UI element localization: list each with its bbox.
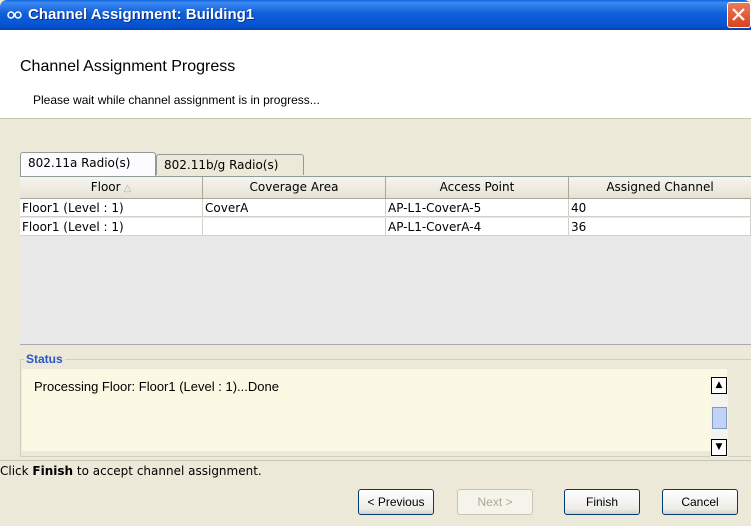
next-button[interactable]: Next > [457, 489, 533, 515]
status-group: Status Processing Floor: Floor1 (Level :… [20, 352, 751, 457]
status-legend: Status [24, 352, 65, 366]
hint-text: Click Finish to accept channel assignmen… [0, 460, 751, 482]
cell-floor: Floor1 (Level : 1) [20, 199, 203, 217]
column-header-assigned-channel[interactable]: Assigned Channel [569, 177, 751, 199]
arrow-down-icon: ▼ [715, 442, 723, 452]
page-subtitle: Please wait while channel assignment is … [33, 93, 320, 107]
window-title: Channel Assignment: Building1 [28, 6, 255, 23]
table-header: Floor △ Coverage Area Access Point Assign… [20, 177, 751, 199]
tab-80211a[interactable]: 802.11a Radio(s) [20, 152, 156, 176]
cell-coverage-area [203, 218, 386, 236]
finish-button[interactable]: Finish [564, 489, 640, 515]
column-header-access-point[interactable]: Access Point [386, 177, 569, 199]
separator-band [0, 118, 751, 147]
assignment-table: Floor △ Coverage Area Access Point Assign… [20, 176, 751, 345]
header-panel: Channel Assignment Progress Please wait … [0, 30, 751, 118]
status-log[interactable]: Processing Floor: Floor1 (Level : 1)...D… [22, 369, 727, 451]
table-row[interactable]: Floor1 (Level : 1) AP-L1-CoverA-4 36 [20, 218, 751, 237]
close-button[interactable] [727, 2, 751, 28]
cancel-button[interactable]: Cancel [662, 489, 738, 515]
arrow-up-icon: ▲ [715, 380, 723, 390]
tab-label: 802.11a Radio(s) [28, 156, 131, 170]
sort-ascending-icon: △ [123, 183, 132, 194]
close-icon [732, 8, 745, 21]
app-icon [7, 8, 23, 22]
previous-button[interactable]: < Previous [358, 489, 434, 515]
column-header-coverage-area[interactable]: Coverage Area [203, 177, 386, 199]
scroll-thumb[interactable] [712, 407, 727, 429]
table-row[interactable]: Floor1 (Level : 1) CoverA AP-L1-CoverA-5… [20, 199, 751, 218]
tab-80211bg[interactable]: 802.11b/g Radio(s) [156, 154, 304, 175]
status-scrollbar[interactable]: ▲ ▼ [711, 377, 728, 457]
cell-access-point: AP-L1-CoverA-5 [386, 199, 569, 217]
cell-assigned-channel: 36 [569, 218, 751, 236]
status-line: Processing Floor: Floor1 (Level : 1)...D… [34, 379, 279, 394]
page-title: Channel Assignment Progress [20, 58, 236, 75]
cell-coverage-area: CoverA [203, 199, 386, 217]
cell-assigned-channel: 40 [569, 199, 751, 217]
column-header-floor[interactable]: Floor △ [20, 177, 203, 199]
tab-label: 802.11b/g Radio(s) [164, 158, 279, 172]
cell-access-point: AP-L1-CoverA-4 [386, 218, 569, 236]
scroll-down-button[interactable]: ▼ [711, 439, 727, 456]
scroll-up-button[interactable]: ▲ [711, 377, 727, 394]
cell-floor: Floor1 (Level : 1) [20, 218, 203, 236]
title-bar[interactable]: Channel Assignment: Building1 [0, 0, 751, 30]
